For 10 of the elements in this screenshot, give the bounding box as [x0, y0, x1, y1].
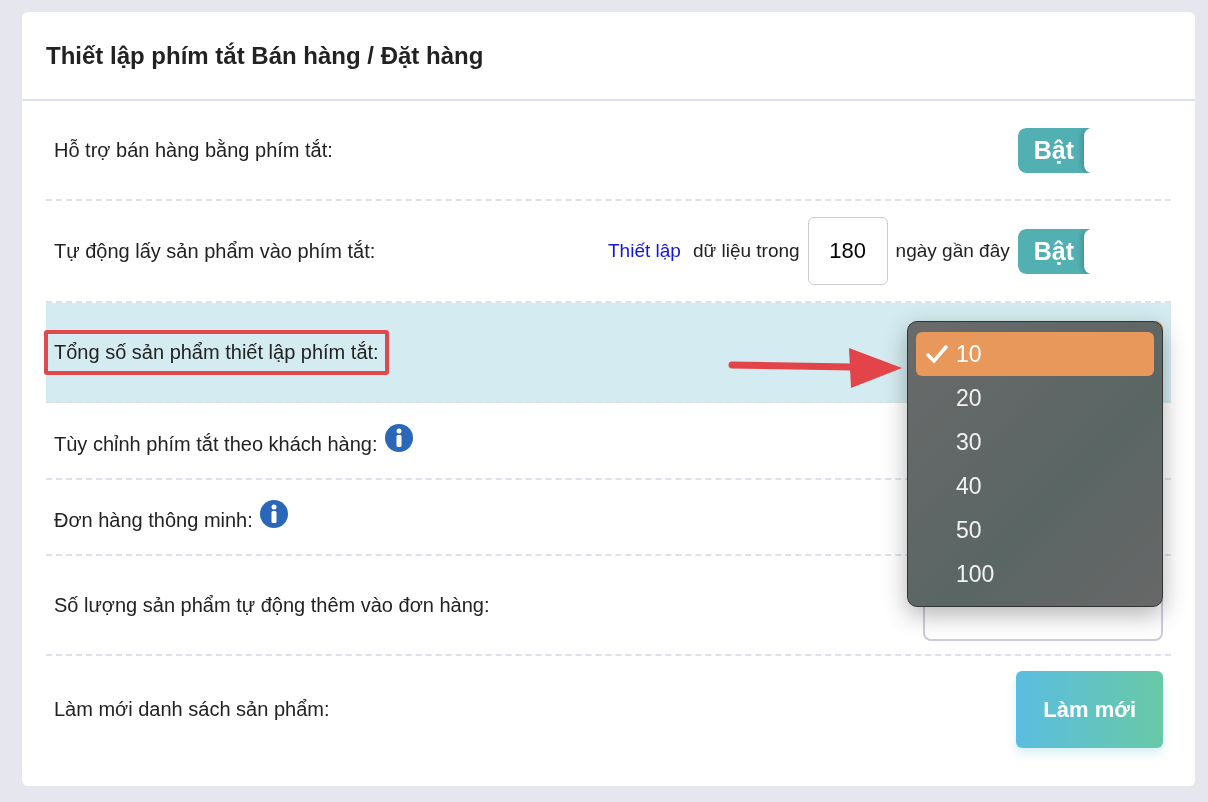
field-label: Đơn hàng thông minh:	[54, 509, 253, 531]
field-label: Làm mới danh sách sản phẩm:	[54, 698, 330, 720]
field-label: Tổng số sản phẩm thiết lập phím tắt:	[44, 329, 389, 375]
field-text: dữ liệu trong	[692, 238, 800, 263]
field-label: Số lượng sản phẩm tự động thêm vào đơn hàng:	[54, 593, 490, 616]
field-label: Tùy chỉnh phím tắt theo khách hàng:	[54, 432, 378, 455]
field-text: ngày gần đây	[895, 238, 1010, 263]
card-title: Thiết lập phím tắt Bán hàng / Đặt hàng	[22, 12, 1195, 101]
field-label: Tự động lấy sản phẩm vào phím tắt:	[54, 239, 376, 262]
field-label: Hỗ trợ bán hàng bằng phím tắt:	[54, 138, 333, 161]
